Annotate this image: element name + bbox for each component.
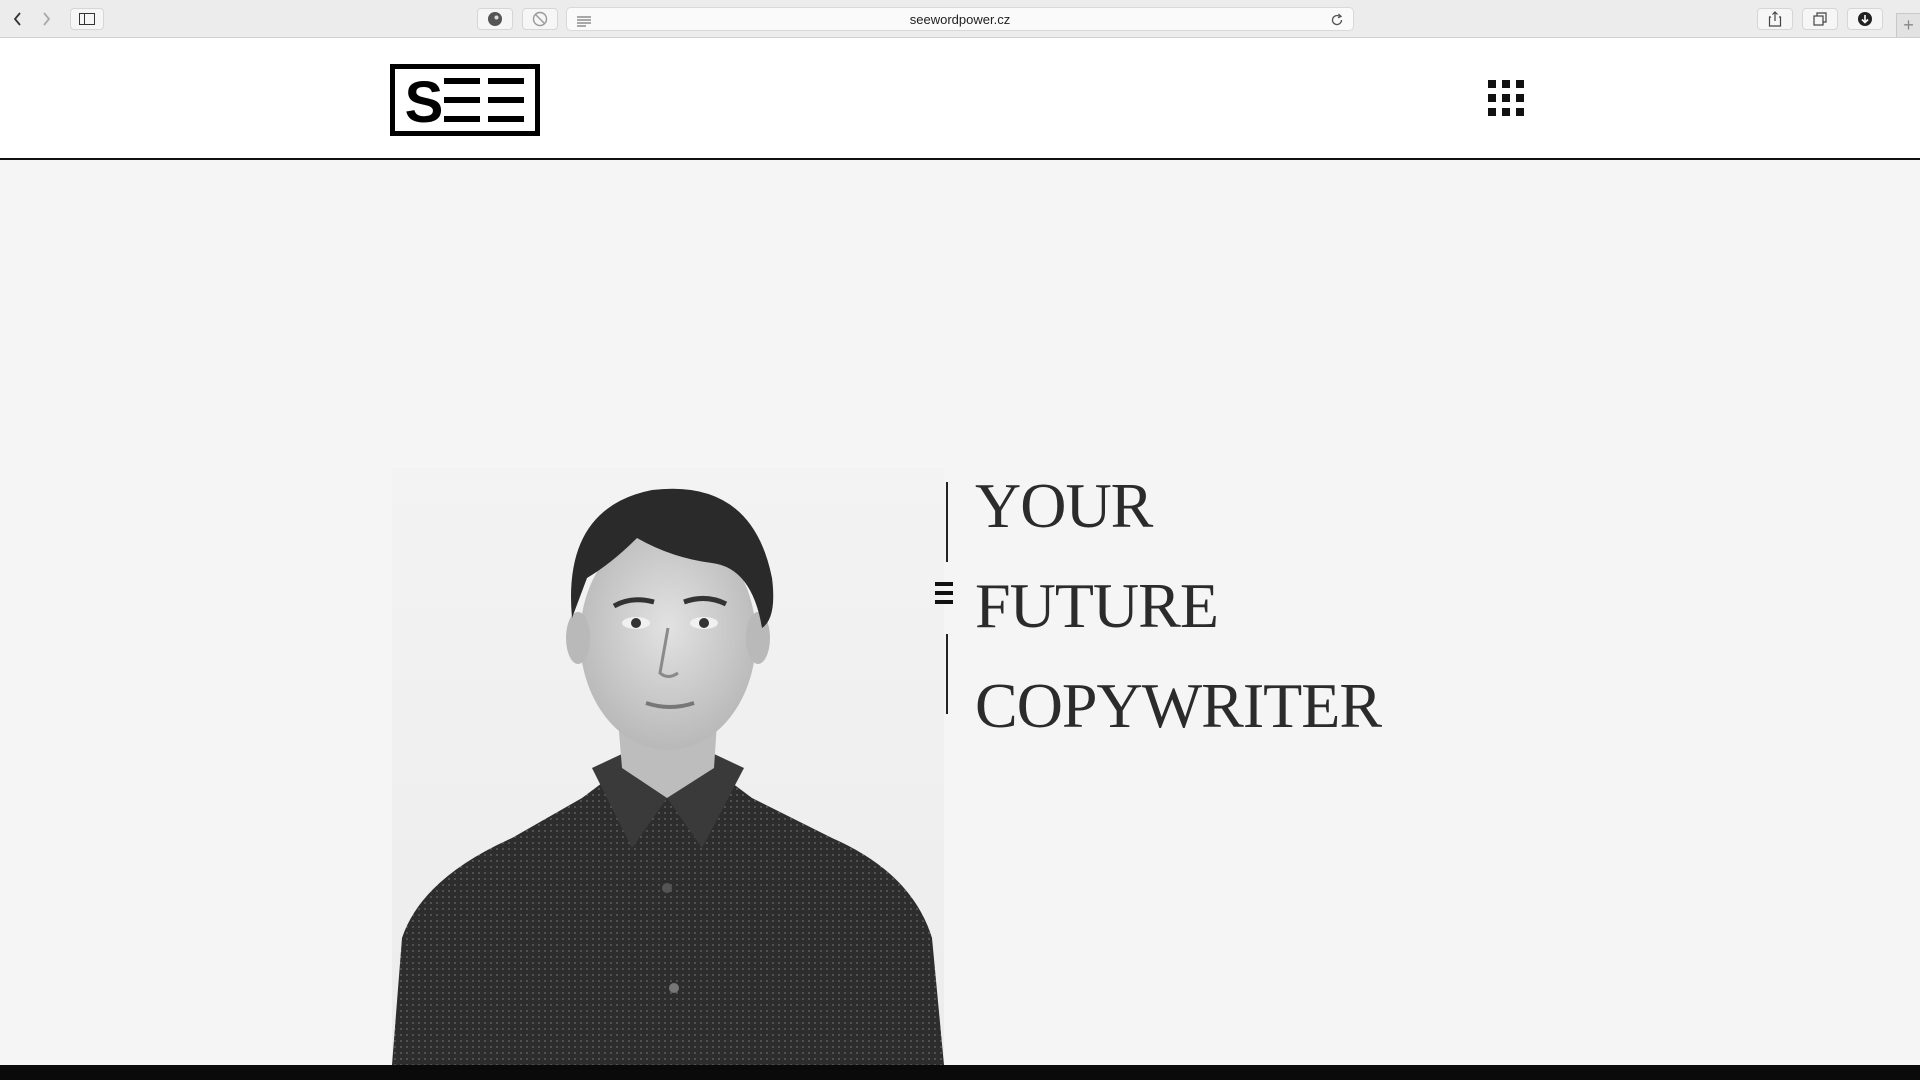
share-icon bbox=[1768, 11, 1782, 27]
browser-toolbar: seewordpower.cz + bbox=[0, 0, 1920, 38]
sidebar-button[interactable] bbox=[70, 8, 104, 30]
site-header: S bbox=[0, 38, 1920, 160]
url-text: seewordpower.cz bbox=[909, 12, 1011, 27]
sidebar-icon bbox=[79, 13, 95, 25]
download-icon bbox=[1858, 12, 1872, 26]
grid-menu-icon[interactable] bbox=[1488, 80, 1524, 121]
hero-headline: YOUR FUTURE COPYWRITER bbox=[975, 456, 1382, 756]
address-bar[interactable]: seewordpower.cz bbox=[566, 7, 1354, 31]
headline-line-3: COPYWRITER bbox=[975, 670, 1382, 741]
plus-icon: + bbox=[1903, 15, 1914, 35]
back-button[interactable] bbox=[6, 8, 30, 30]
ghost-icon bbox=[488, 12, 502, 26]
site-logo[interactable]: S bbox=[390, 64, 540, 141]
chevron-left-icon bbox=[13, 12, 21, 26]
headline-divider bbox=[930, 482, 954, 727]
content-blocker-button[interactable] bbox=[522, 8, 558, 30]
headline-line-2: FUTURE bbox=[975, 570, 1219, 641]
block-icon bbox=[532, 11, 548, 27]
forward-button[interactable] bbox=[34, 8, 58, 30]
downloads-button[interactable] bbox=[1847, 8, 1883, 30]
hero-section: YOUR FUTURE COPYWRITER bbox=[0, 160, 1920, 1065]
bottom-bar bbox=[0, 1065, 1920, 1080]
tabs-button[interactable] bbox=[1802, 8, 1838, 30]
portrait-image bbox=[392, 468, 944, 1070]
share-button[interactable] bbox=[1757, 8, 1793, 30]
privacy-button[interactable] bbox=[477, 8, 513, 30]
chevron-right-icon bbox=[43, 12, 51, 26]
tabs-icon bbox=[1813, 12, 1827, 26]
headline-line-1: YOUR bbox=[975, 470, 1153, 541]
reload-icon[interactable] bbox=[1330, 13, 1344, 32]
new-tab-button[interactable]: + bbox=[1896, 13, 1920, 37]
svg-text:S: S bbox=[405, 70, 444, 135]
